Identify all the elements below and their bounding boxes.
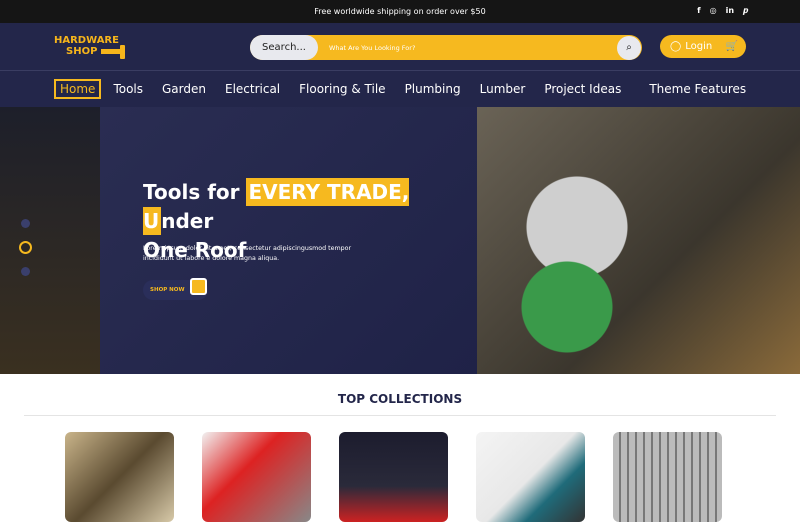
- search-category[interactable]: Search...: [250, 35, 318, 60]
- announcement-bar: Free worldwide shipping on order over $5…: [0, 0, 800, 23]
- slide-dot-3[interactable]: [21, 267, 30, 276]
- hero-description: Lorem ipsum dolor sit amet, consectetur …: [143, 245, 352, 262]
- pinterest-icon[interactable]: 𝒑: [743, 6, 748, 16]
- hammer-icon: [101, 45, 126, 59]
- collection-card[interactable]: [339, 432, 448, 522]
- title-part: nder: [161, 209, 214, 233]
- search-icon[interactable]: ⌕: [617, 35, 641, 60]
- linkedin-icon[interactable]: in: [726, 6, 734, 16]
- facebook-icon[interactable]: f: [697, 6, 700, 16]
- nav-tools[interactable]: Tools: [113, 82, 143, 96]
- logo-text-2: SHOP: [66, 46, 98, 57]
- login-label: Login: [685, 41, 713, 52]
- collection-card[interactable]: [613, 432, 722, 522]
- nav-home[interactable]: Home: [54, 79, 102, 99]
- social-links: f ◎ in 𝒑: [697, 6, 748, 16]
- user-icon: ◯: [670, 41, 682, 52]
- collection-card[interactable]: [202, 432, 311, 522]
- search-bar: Search... What Are You Looking For? ⌕: [250, 35, 642, 60]
- collection-cards: [0, 432, 800, 522]
- slide-dots: [19, 219, 32, 289]
- section-title: TOP COLLECTIONS: [337, 392, 463, 406]
- nav-plumbing[interactable]: Plumbing: [405, 82, 461, 96]
- main-nav: Home Tools Garden Electrical Flooring & …: [0, 71, 800, 107]
- nav-lumber[interactable]: Lumber: [480, 82, 526, 96]
- login-button[interactable]: ◯ Login 🛒: [660, 35, 746, 58]
- collection-card[interactable]: [476, 432, 585, 522]
- hero-slider: Tools for EVERY TRADE, Under One Roof Lor…: [0, 107, 800, 374]
- divider: [24, 415, 776, 416]
- store-icon[interactable]: [190, 278, 207, 295]
- nav-theme-features[interactable]: Theme Features: [649, 82, 746, 96]
- nav-project-ideas[interactable]: Project Ideas: [544, 82, 621, 96]
- title-part: Tools for: [143, 180, 247, 204]
- nav-garden[interactable]: Garden: [162, 82, 206, 96]
- cart-icon[interactable]: 🛒: [726, 41, 738, 52]
- nav-electrical[interactable]: Electrical: [225, 82, 280, 96]
- hero-bg-left: [0, 107, 100, 374]
- nav-flooring[interactable]: Flooring & Tile: [299, 82, 385, 96]
- search-input[interactable]: What Are You Looking For?: [329, 44, 617, 52]
- logo-text: HARDWARE: [54, 35, 119, 46]
- slide-dot-2[interactable]: [19, 241, 32, 254]
- instagram-icon[interactable]: ◎: [710, 6, 717, 16]
- logo[interactable]: HARDWARE SHOP: [54, 35, 126, 59]
- slide-dot-1[interactable]: [21, 219, 30, 228]
- hero-image-grinder: [477, 107, 800, 374]
- shipping-text: Free worldwide shipping on order over $5…: [314, 7, 486, 16]
- header: HARDWARE SHOP Search... What Are You Loo…: [0, 23, 800, 71]
- collection-card[interactable]: [65, 432, 174, 522]
